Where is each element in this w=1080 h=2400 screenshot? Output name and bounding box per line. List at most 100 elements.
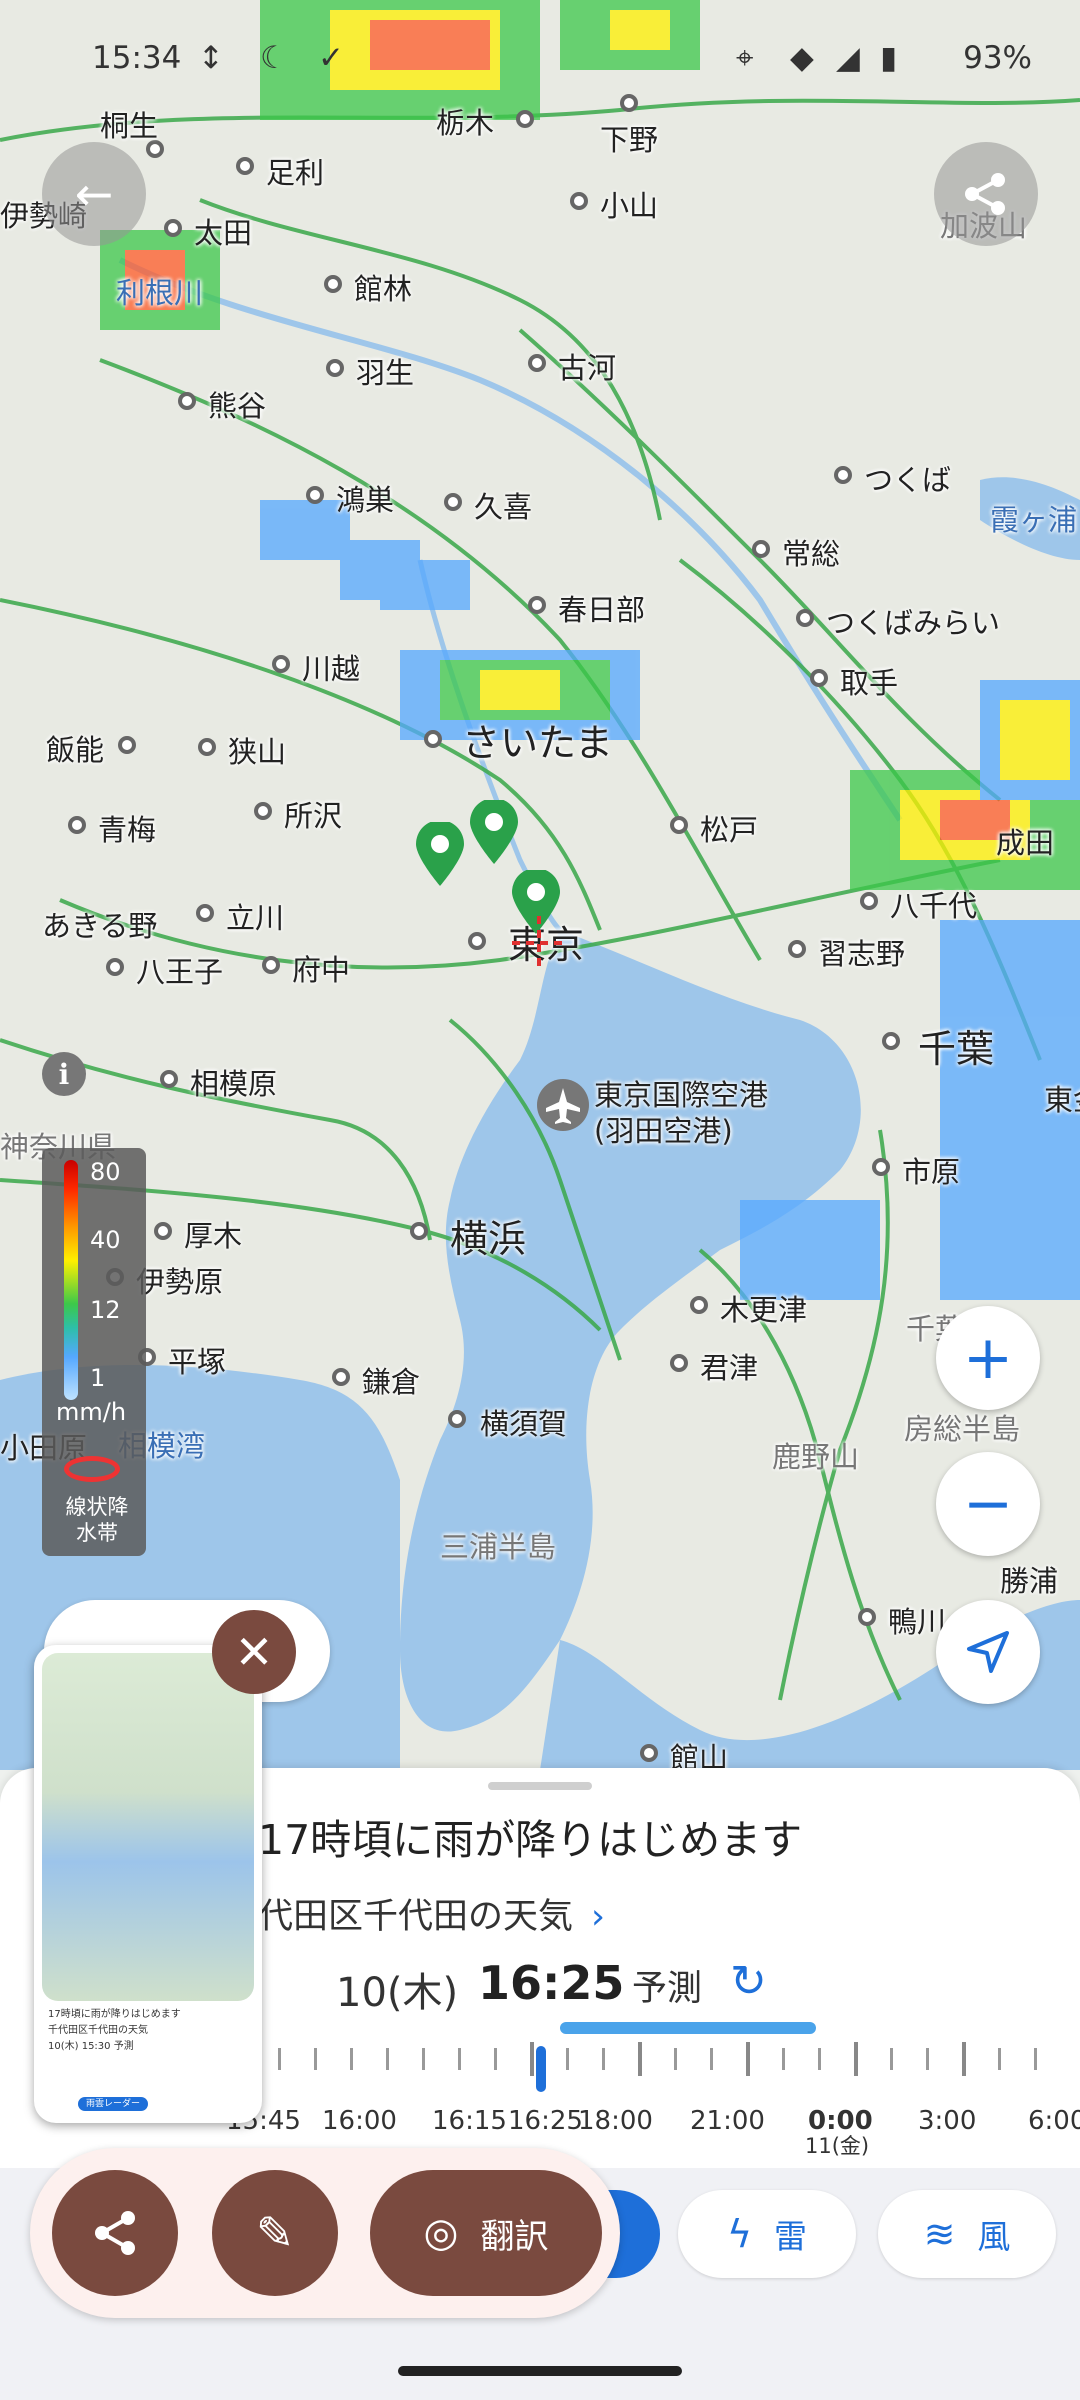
google-lens-icon: ◎ xyxy=(423,2210,459,2256)
map-dot xyxy=(178,392,196,410)
legend-unit: mm/h xyxy=(56,1398,127,1426)
map-dot xyxy=(106,958,124,976)
gesture-nav-bar[interactable] xyxy=(398,2366,682,2376)
place-link[interactable]: 代田区千代田の天気 › xyxy=(258,1888,605,1939)
legend-level: 40 xyxy=(90,1226,121,1254)
wind-tab[interactable]: ≋ 風 xyxy=(878,2190,1056,2278)
legend-level: 80 xyxy=(90,1158,121,1186)
map-dot xyxy=(468,932,486,950)
moon-icon: ☾ xyxy=(260,40,288,76)
map-label: 鴨川 xyxy=(888,1605,947,1639)
data-arrows-icon: ↕ xyxy=(198,40,224,76)
map-dot xyxy=(528,354,546,372)
timeline-label: 18:00 xyxy=(578,2106,653,2136)
map-dot xyxy=(254,802,272,820)
screenshot-thumbnail[interactable]: 17時頃に雨が降りはじめます 千代田区千代田の天気 10(木) 15:30 予測… xyxy=(34,1645,262,2123)
rain-legend[interactable]: 80 40 12 1 mm/h 線状降水帯 xyxy=(42,1148,146,1556)
map-label: 川越 xyxy=(302,652,361,686)
location-pin-icon[interactable] xyxy=(412,822,468,888)
map-label: 利根川 xyxy=(116,276,204,310)
translate-button[interactable]: ◎ 翻訳 xyxy=(370,2170,602,2296)
map-label: 霞ヶ浦 xyxy=(990,503,1078,537)
timeline-tick xyxy=(530,2042,534,2076)
map-label: 久喜 xyxy=(474,490,533,524)
map-label: 鎌倉 xyxy=(362,1365,421,1399)
lightning-icon: ϟ xyxy=(726,2212,753,2256)
map-view[interactable]: 桐生 栃木 下野 足利 伊勢崎 小山 加波山 太田 利根川 館林 羽生 古河 熊… xyxy=(0,0,1080,1770)
map-label: つくば xyxy=(864,463,952,497)
share-icon xyxy=(95,2211,135,2255)
check-icon: ✓ xyxy=(318,40,344,76)
screenshot-edit-button[interactable]: ✎ xyxy=(212,2170,338,2296)
map-label: 東金 xyxy=(1044,1083,1080,1117)
signal-icon: ◢ xyxy=(836,40,860,76)
screenshot-share-button[interactable] xyxy=(52,2170,178,2296)
map-dot xyxy=(752,540,770,558)
map-dot xyxy=(262,956,280,974)
timeline-tick xyxy=(566,2048,569,2070)
map-label: つくばみらい xyxy=(826,606,1001,640)
map-dot xyxy=(810,669,828,687)
timeline-thumb[interactable] xyxy=(536,2046,546,2092)
thunder-tab[interactable]: ϟ雷 xyxy=(678,2190,856,2278)
rain-scale-bar xyxy=(64,1160,78,1400)
map-dot xyxy=(326,359,344,377)
back-button[interactable]: ← xyxy=(42,142,146,246)
legend-level: 1 xyxy=(90,1364,106,1392)
map-label: 松戸 xyxy=(700,813,759,847)
my-location-button[interactable] xyxy=(936,1600,1040,1704)
place-name: 代田区千代田の天気 xyxy=(258,1897,574,1937)
location-pin-icon[interactable] xyxy=(466,800,522,866)
info-icon[interactable]: i xyxy=(42,1052,86,1096)
map-dot xyxy=(448,1410,466,1428)
minus-icon: − xyxy=(962,1469,1014,1539)
plus-icon: + xyxy=(962,1323,1014,1393)
forecast-range-bar xyxy=(560,2022,816,2034)
zoom-out-button[interactable]: − xyxy=(936,1452,1040,1556)
map-label: 相模原 xyxy=(190,1067,278,1101)
close-screenshot-button[interactable]: ✕ xyxy=(212,1610,296,1694)
forecast-mode: 予測 xyxy=(632,1969,703,2009)
timeline-slider[interactable] xyxy=(278,2042,1078,2088)
map-label: 狭山 xyxy=(228,735,287,769)
close-icon: ✕ xyxy=(234,1625,274,1679)
map-label: (羽田空港) xyxy=(594,1114,733,1148)
timeline-tick xyxy=(422,2048,425,2070)
sheet-handle[interactable] xyxy=(488,1782,592,1790)
map-label: 成田 xyxy=(996,826,1055,860)
timeline-tick xyxy=(458,2048,461,2070)
map-dot xyxy=(796,609,814,627)
timeline-tick xyxy=(710,2048,713,2070)
map-label: 府中 xyxy=(292,953,351,987)
map-dot xyxy=(196,904,214,922)
pencil-icon: ✎ xyxy=(255,2206,295,2260)
zoom-in-button[interactable]: + xyxy=(936,1306,1040,1410)
timeline-label: 6:00 xyxy=(1028,2106,1080,2136)
timeline-label: 16:15 xyxy=(432,2106,507,2136)
map-label: 厚木 xyxy=(184,1219,243,1253)
map-dot xyxy=(788,940,806,958)
refresh-icon[interactable]: ↻ xyxy=(730,1956,767,2007)
thumbnail-text: 17時頃に雨が降りはじめます 千代田区千代田の天気 10(木) 15:30 予測 xyxy=(48,2009,181,2052)
map-label: さいたま xyxy=(462,721,613,765)
map-dot xyxy=(198,738,216,756)
timeline-label: 16:25 xyxy=(508,2106,583,2136)
map-dot xyxy=(860,892,878,910)
timeline-tick xyxy=(746,2042,750,2076)
timeline-label: 16:00 xyxy=(322,2106,397,2136)
timeline-tick xyxy=(494,2048,497,2070)
share-map-button[interactable] xyxy=(934,142,1038,246)
map-label: 飯能 xyxy=(46,733,105,767)
arrow-left-icon: ← xyxy=(74,167,114,221)
map-label: 小山 xyxy=(600,189,659,223)
airport-icon xyxy=(537,1079,589,1131)
chevron-right-icon: › xyxy=(591,1897,606,1937)
map-label: 所沢 xyxy=(284,799,343,833)
forecast-time: 16:25 xyxy=(478,1956,625,2010)
map-dot xyxy=(570,192,588,210)
map-label: 栃木 xyxy=(436,106,495,140)
thunder-label: 雷 xyxy=(774,2217,808,2256)
map-dot xyxy=(882,1032,900,1050)
map-label: 鴻巣 xyxy=(336,483,395,517)
map-dot xyxy=(324,275,342,293)
